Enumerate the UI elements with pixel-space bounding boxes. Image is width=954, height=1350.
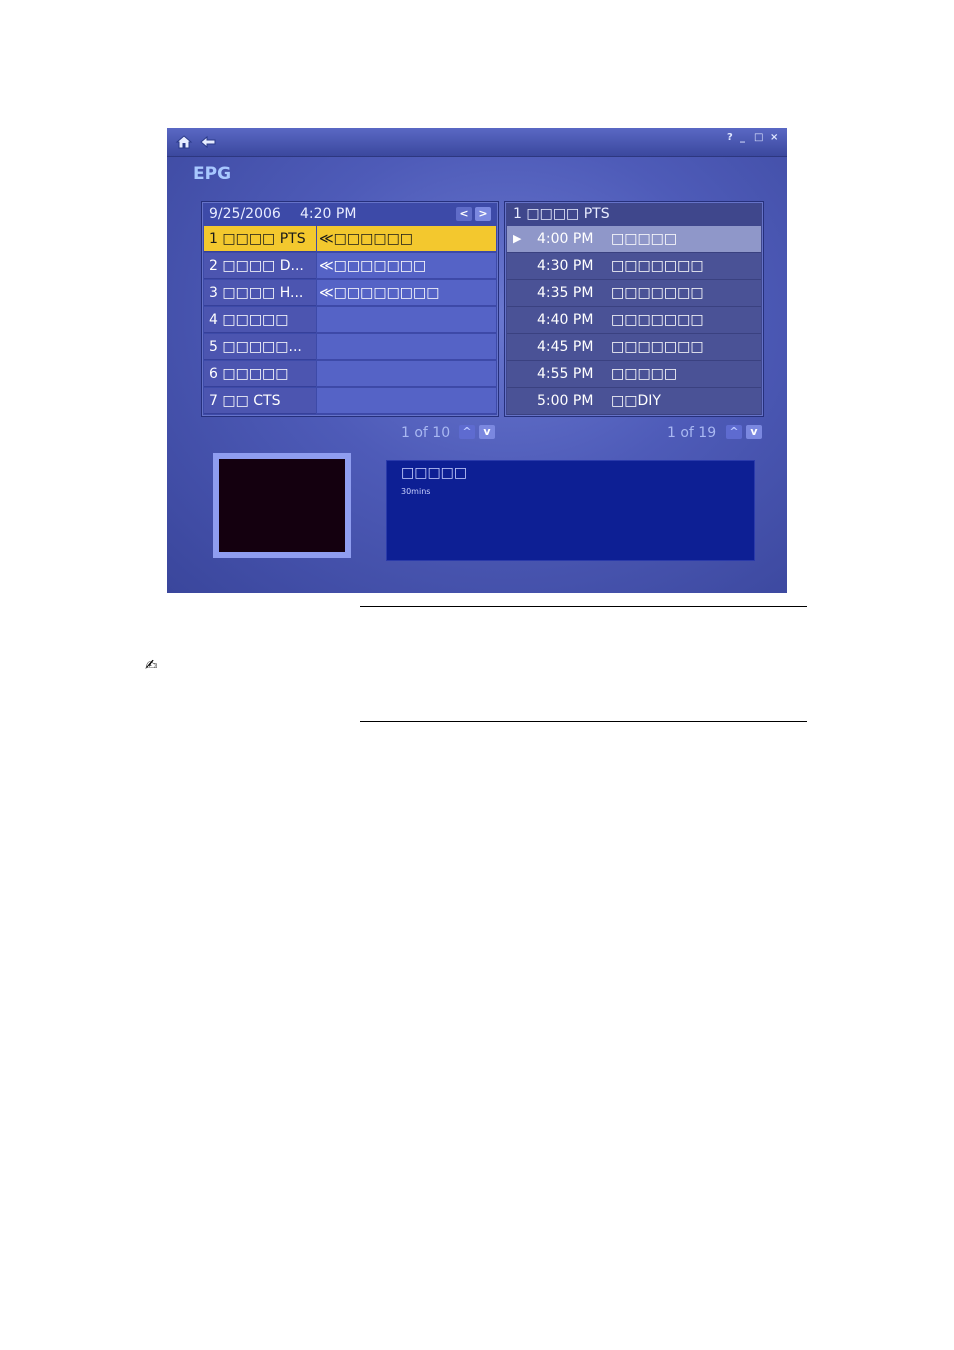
video-preview[interactable]: [213, 453, 351, 558]
program-time: 4:55 PM: [537, 366, 594, 382]
home-icon[interactable]: [175, 133, 193, 151]
channel-program: [317, 388, 496, 414]
play-icon: ▶: [513, 232, 522, 245]
channel-program: [317, 307, 496, 333]
program-name: □□□□□: [611, 366, 678, 382]
back-arrow-icon[interactable]: [199, 133, 217, 151]
program-name: □□□□□□□: [611, 285, 704, 301]
channel-page-down-button[interactable]: v: [479, 425, 495, 439]
maximize-button[interactable]: □: [754, 132, 763, 143]
note-icon: ✍: [145, 656, 158, 674]
channel-row[interactable]: 1 □□□□ PTS ≪□□□□□□: [204, 226, 496, 252]
program-row[interactable]: 4:30 PM □□□□□□□: [507, 253, 761, 280]
close-button[interactable]: ×: [770, 132, 778, 143]
program-name: □□□□□: [611, 231, 678, 247]
current-time: 4:20 PM: [300, 206, 357, 222]
program-row[interactable]: 4:45 PM □□□□□□□: [507, 334, 761, 361]
channel-name: 5 □□□□□...: [204, 334, 316, 360]
channel-program: [317, 334, 496, 360]
channel-program: ≪□□□□□□: [317, 226, 496, 252]
channel-name: 2 □□□□ D...: [204, 253, 316, 279]
channel-page-up-button[interactable]: ^: [459, 425, 475, 439]
channel-program: ≪□□□□□□□□: [317, 280, 496, 306]
next-time-button[interactable]: >: [475, 207, 491, 221]
channel-row[interactable]: 6 □□□□□: [204, 361, 496, 387]
program-time: 4:35 PM: [537, 285, 594, 301]
channel-row[interactable]: 3 □□□□ H... ≪□□□□□□□□: [204, 280, 496, 306]
channel-name: 4 □□□□□: [204, 307, 316, 333]
program-page-up-button[interactable]: ^: [726, 425, 742, 439]
channel-name: 1 □□□□ PTS: [204, 226, 316, 252]
program-page-down-button[interactable]: v: [746, 425, 762, 439]
program-row[interactable]: 5:00 PM □□DIY: [507, 388, 761, 415]
current-date: 9/25/2006: [209, 206, 281, 222]
channel-name: 7 □□ CTS: [204, 388, 316, 414]
program-row[interactable]: 4:35 PM □□□□□□□: [507, 280, 761, 307]
program-time: 5:00 PM: [537, 393, 594, 409]
selected-channel-title: 1 □□□□ PTS: [513, 206, 610, 222]
program-details-title: □□□□□: [401, 465, 468, 481]
channel-program: ≪□□□□□□□: [317, 253, 496, 279]
minimize-button[interactable]: _: [740, 132, 745, 143]
program-name: □□□□□□□: [611, 312, 704, 328]
divider-top: [360, 606, 807, 607]
page-title: EPG: [193, 164, 232, 184]
channel-row[interactable]: 2 □□□□ D... ≪□□□□□□□: [204, 253, 496, 279]
program-time: 4:00 PM: [537, 231, 594, 247]
channel-name: 6 □□□□□: [204, 361, 316, 387]
program-time: 4:45 PM: [537, 339, 594, 355]
program-row[interactable]: 4:40 PM □□□□□□□: [507, 307, 761, 334]
program-pager-label: 1 of 19: [667, 425, 717, 441]
channel-list-panel: 9/25/2006 4:20 PM < > 1 □□□□ PTS ≪□□□□□□…: [201, 201, 499, 417]
channel-row[interactable]: 7 □□ CTS: [204, 388, 496, 414]
program-name: □□DIY: [611, 393, 661, 409]
program-time: 4:40 PM: [537, 312, 594, 328]
channel-program: [317, 361, 496, 387]
program-name: □□□□□□□: [611, 258, 704, 274]
channel-name: 3 □□□□ H...: [204, 280, 316, 306]
program-row[interactable]: 4:55 PM □□□□□: [507, 361, 761, 388]
program-details-panel: □□□□□ 30mins: [386, 460, 755, 561]
channel-row[interactable]: 5 □□□□□...: [204, 334, 496, 360]
help-button[interactable]: ?: [727, 132, 733, 143]
program-row[interactable]: ▶ 4:00 PM □□□□□: [507, 226, 761, 253]
channel-row[interactable]: 4 □□□□□: [204, 307, 496, 333]
prev-time-button[interactable]: <: [456, 207, 472, 221]
divider-bottom: [360, 721, 807, 722]
channel-pager-label: 1 of 10: [401, 425, 451, 441]
program-details-duration: 30mins: [401, 487, 431, 496]
program-time: 4:30 PM: [537, 258, 594, 274]
program-name: □□□□□□□: [611, 339, 704, 355]
epg-window: ? _ □ × EPG 9/25/2006 4:20 PM < > 1 □□□□…: [167, 128, 787, 593]
video-preview-screen: [219, 459, 345, 552]
title-bar: ? _ □ ×: [167, 128, 787, 157]
program-schedule-panel: 1 □□□□ PTS ▶ 4:00 PM □□□□□ 4:30 PM □□□□□…: [504, 201, 764, 417]
